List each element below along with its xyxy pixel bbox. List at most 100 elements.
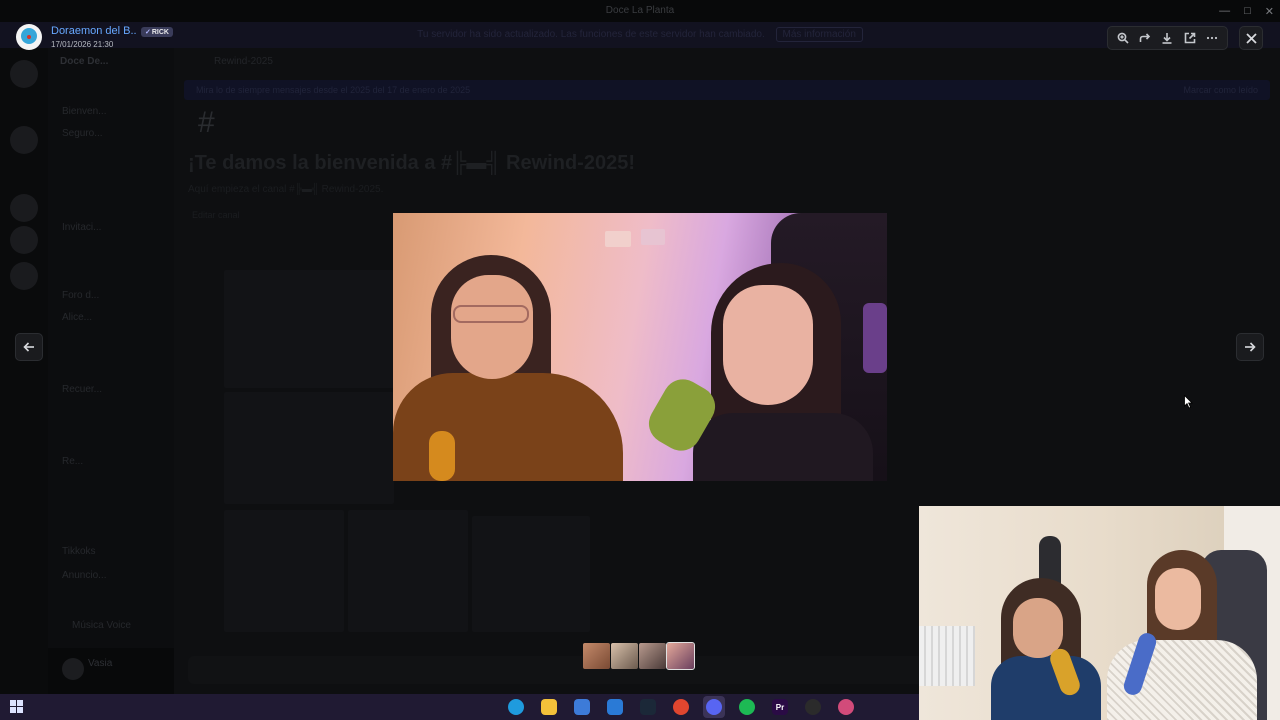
toy-bird — [429, 431, 455, 481]
more-icon — [1206, 36, 1217, 40]
obs-taskbar-button[interactable] — [802, 696, 824, 718]
minimize-icon[interactable]: — — [1219, 5, 1230, 17]
mark-read-button[interactable]: Marcar como leído — [1183, 80, 1258, 100]
previous-media-button[interactable] — [15, 333, 43, 361]
user-avatar[interactable] — [62, 658, 84, 680]
more-button[interactable] — [1203, 29, 1221, 47]
person-right-top — [693, 413, 873, 481]
wall-decoration — [605, 231, 631, 247]
unread-banner[interactable]: Mira lo de siempre mensajes desde el 202… — [184, 80, 1270, 100]
window-close-icon[interactable]: ✕ — [1265, 5, 1274, 18]
premiere-icon: Pr — [772, 699, 788, 715]
zoom-in-button[interactable] — [1114, 29, 1132, 47]
store-taskbar-button[interactable] — [571, 696, 593, 718]
viewer-toolbar — [1107, 26, 1228, 50]
maximize-icon[interactable]: □ — [1244, 5, 1251, 17]
close-viewer-button[interactable] — [1239, 26, 1263, 50]
viewer-header: Doraemon del B... ✓RICK 17/01/2026 21:30 — [0, 18, 1280, 58]
uploader-name[interactable]: Doraemon del B... — [51, 25, 137, 37]
voice-channel-label[interactable]: Música Voice — [72, 620, 131, 631]
radiator — [919, 626, 975, 686]
channel-item[interactable]: Tikkoks — [62, 546, 96, 557]
server-icon[interactable] — [10, 262, 38, 290]
thumbnail-active[interactable] — [666, 642, 695, 670]
thumbnail-strip — [583, 642, 695, 670]
next-media-button[interactable] — [1236, 333, 1264, 361]
thumbnail[interactable] — [611, 643, 638, 669]
obs-icon — [805, 699, 821, 715]
doraemon-nose — [27, 35, 31, 39]
channel-item[interactable]: Recuer... — [62, 384, 102, 395]
close-icon — [1245, 32, 1257, 44]
channel-item[interactable]: Seguro... — [62, 128, 103, 139]
person-left-face — [451, 275, 533, 379]
message-attachment[interactable] — [472, 516, 590, 632]
mail-icon — [607, 699, 623, 715]
chrome-taskbar-button[interactable] — [670, 696, 692, 718]
mail-taskbar-button[interactable] — [604, 696, 626, 718]
chair-cushion — [863, 303, 887, 373]
uploader-avatar[interactable] — [16, 24, 42, 50]
welcome-title: ¡Te damos la bienvenida a #╠▬╣ Rewind-20… — [188, 152, 635, 174]
channel-item[interactable]: Anuncio... — [62, 570, 106, 581]
edge-icon — [508, 699, 524, 715]
channel-list: Doce De... Bienven... Seguro... Invitaci… — [48, 48, 174, 648]
message-attachment[interactable] — [348, 510, 468, 632]
premiere-taskbar-button[interactable]: Pr — [769, 696, 791, 718]
arrow-right-icon — [1245, 342, 1256, 352]
banner-text: Mira lo de siempre mensajes desde el 202… — [196, 85, 471, 95]
discord-icon — [706, 699, 722, 715]
edit-channel-button[interactable]: Editar canal — [192, 210, 240, 220]
channel-item[interactable]: Foro d... — [62, 290, 99, 301]
download-icon — [1162, 33, 1172, 44]
thumbnail[interactable] — [583, 643, 610, 669]
edge-taskbar-button[interactable] — [505, 696, 527, 718]
steam-icon — [640, 699, 656, 715]
server-icon[interactable] — [10, 60, 38, 88]
download-button[interactable] — [1158, 29, 1176, 47]
file-explorer-taskbar-button[interactable] — [538, 696, 560, 718]
pin-icon: ✓ — [145, 29, 151, 36]
arrow-left-icon — [23, 342, 34, 352]
wall-decoration — [641, 229, 665, 245]
role-tag-label: RICK — [151, 29, 169, 36]
server-rail — [0, 48, 48, 694]
hash-icon: # — [198, 106, 215, 139]
open-external-button[interactable] — [1181, 29, 1199, 47]
spotify-icon — [739, 699, 755, 715]
media-image[interactable]: ​ — [393, 213, 887, 481]
zoom-in-icon — [1117, 32, 1129, 44]
person-left-sweater — [393, 373, 623, 481]
channel-item[interactable]: Alice... — [62, 312, 92, 323]
spotify-taskbar-button[interactable] — [736, 696, 758, 718]
open-external-icon — [1184, 32, 1195, 44]
role-tag: ✓RICK — [141, 27, 173, 37]
taskbar: Pr — [0, 694, 919, 720]
screen: Doce La Planta — □ ✕ Tu servidor ha sido… — [0, 0, 1280, 720]
message-attachment[interactable] — [224, 510, 344, 632]
photos-taskbar-button[interactable] — [835, 696, 857, 718]
windows-start-icon[interactable] — [10, 700, 23, 713]
file-explorer-icon — [541, 699, 557, 715]
welcome-subtitle: Aquí empieza el canal #╠▬╣ Rewind-2025. — [188, 184, 384, 195]
message-attachment[interactable] — [224, 392, 394, 504]
person-right-face — [723, 285, 813, 405]
thumbnail[interactable] — [639, 643, 666, 669]
webcam-overlay — [919, 506, 1280, 720]
message-attachment[interactable] — [224, 270, 394, 388]
store-icon — [574, 699, 590, 715]
server-icon[interactable] — [10, 126, 38, 154]
server-icon[interactable] — [10, 226, 38, 254]
photos-icon — [838, 699, 854, 715]
forward-button[interactable] — [1136, 29, 1154, 47]
channel-item[interactable]: Bienven... — [62, 106, 106, 117]
channel-item[interactable]: Invitaci... — [62, 222, 101, 233]
server-icon[interactable] — [10, 194, 38, 222]
forward-icon — [1139, 33, 1151, 42]
channel-item[interactable]: Re... — [62, 456, 83, 467]
mouse-cursor-icon — [1184, 395, 1193, 409]
upload-timestamp: 17/01/2026 21:30 — [51, 40, 114, 49]
taskbar-apps: Pr — [505, 694, 857, 720]
steam-taskbar-button[interactable] — [637, 696, 659, 718]
discord-taskbar-button[interactable] — [703, 696, 725, 718]
